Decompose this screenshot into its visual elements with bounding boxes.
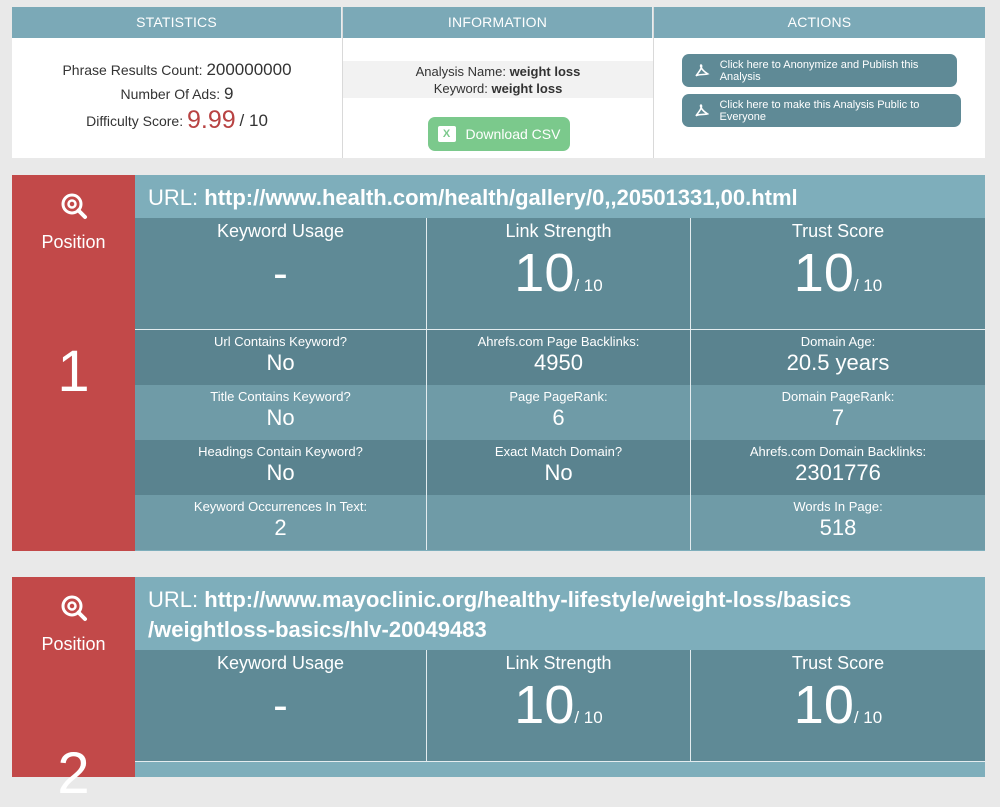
link-strength-cell: Link Strength 10/ 10: [427, 650, 691, 762]
result-url-link-cont[interactable]: /weightloss-basics/hlv-20049483: [148, 617, 487, 642]
make-public-label: Click here to make this Analysis Public …: [719, 98, 920, 123]
metric-cell: Ahrefs.com Page Backlinks: 4950: [427, 330, 691, 385]
metric-cell: Headings Contain Keyword? No: [135, 440, 427, 495]
difficulty-score: Difficulty Score: 9.99 / 10: [86, 106, 268, 134]
actions-header: ACTIONS: [654, 7, 985, 38]
result-url: URL: http://www.health.com/health/galler…: [135, 175, 985, 218]
phrase-results-count: Phrase Results Count: 200000000: [62, 60, 292, 79]
score-row: Keyword Usage - Link Strength 10/ 10 Tru…: [135, 218, 985, 330]
position-number: 1: [57, 339, 90, 404]
keyword-usage-cell: Keyword Usage -: [135, 650, 427, 762]
position-panel: Position 2: [12, 577, 135, 806]
position-number: 2: [57, 741, 90, 806]
ads-value: 9: [224, 84, 234, 103]
keyword-usage-value: -: [273, 249, 288, 298]
metric-cell: Ahrefs.com Domain Backlinks: 2301776: [691, 440, 985, 495]
difficulty-score-value: 9.99: [186, 106, 236, 134]
link-strength-value: 10: [514, 675, 575, 735]
metric-cell: Words In Page: 518: [691, 495, 985, 550]
anonymize-publish-button[interactable]: Click here to Anonymize and Publish this…: [682, 54, 957, 87]
metric-cell: Domain PageRank: 7: [691, 385, 985, 440]
metric-cell: Url Contains Keyword? No: [135, 330, 427, 385]
difficulty-score-of: / 10: [239, 111, 268, 130]
metric-cell: Exact Match Domain? No: [427, 440, 691, 495]
result-url: URL: http://www.mayoclinic.org/healthy-l…: [135, 577, 985, 650]
information-header: INFORMATION: [343, 7, 653, 38]
phrase-results-value: 200000000: [206, 60, 292, 79]
metric-cell: Keyword Occurrences In Text: 2: [135, 495, 427, 550]
result-metrics: Keyword Usage - Link Strength 10/ 10 Tru…: [135, 218, 985, 550]
target-search-icon: [61, 193, 87, 219]
link-strength-value: 10: [514, 243, 575, 303]
target-search-icon: [61, 595, 87, 621]
number-of-ads: Number Of Ads: 9: [120, 84, 234, 103]
anonymize-publish-label: Click here to Anonymize and Publish this…: [719, 58, 919, 83]
position-label: Position: [41, 634, 106, 654]
metric-row: Keyword Occurrences In Text: 2 Words In P…: [135, 495, 985, 550]
result-card: Position 2 URL: http://www.mayoclinic.or…: [12, 577, 985, 806]
metric-cell: Title Contains Keyword? No: [135, 385, 427, 440]
result-url-link[interactable]: http://www.mayoclinic.org/healthy-lifest…: [204, 587, 851, 612]
metric-row: Url Contains Keyword? No Ahrefs.com Page …: [135, 330, 985, 385]
link-strength-cell: Link Strength 10/ 10: [427, 218, 691, 330]
excel-icon: X: [437, 126, 456, 142]
download-csv-button[interactable]: X Download CSV: [428, 117, 570, 151]
result-metrics: Keyword Usage - Link Strength 10/ 10 Tru…: [135, 650, 985, 762]
result-url-link[interactable]: http://www.health.com/health/gallery/0,,…: [204, 185, 797, 210]
metric-cell: Page PageRank: 6: [427, 385, 691, 440]
analysis-summary: STATISTICS Phrase Results Count: 2000000…: [12, 7, 985, 158]
statistics-header: STATISTICS: [12, 7, 342, 38]
trust-score-cell: Trust Score 10/ 10: [691, 218, 985, 330]
keyword-value: weight loss: [491, 81, 563, 96]
statistics-body: Phrase Results Count: 200000000 Number O…: [12, 38, 342, 133]
analysis-name: Analysis Name: weight loss: [415, 64, 581, 79]
download-csv-label: Download CSV: [465, 126, 561, 142]
keyword-usage-cell: Keyword Usage -: [135, 218, 427, 330]
metric-cell: Domain Age: 20.5 years: [691, 330, 985, 385]
pdf-icon: [695, 63, 710, 77]
statistics-column: STATISTICS Phrase Results Count: 2000000…: [12, 7, 343, 158]
trust-score-value: 10: [793, 675, 854, 735]
analysis-info: Analysis Name: weight loss Keyword: weig…: [343, 61, 653, 98]
trust-score-cell: Trust Score 10/ 10: [691, 650, 985, 762]
score-row: Keyword Usage - Link Strength 10/ 10 Tru…: [135, 650, 985, 762]
result-card: Position 1 URL: http://www.health.com/he…: [12, 175, 985, 551]
metric-row: Title Contains Keyword? No Page PageRank:…: [135, 385, 985, 440]
pdf-icon: [695, 103, 710, 117]
actions-column: ACTIONS Click here to Anonymize and Publ…: [654, 7, 985, 158]
metric-cell: [427, 495, 691, 550]
trust-score-value: 10: [793, 243, 854, 303]
analysis-keyword: Keyword: weight loss: [433, 81, 563, 96]
metric-row: Headings Contain Keyword? No Exact Match …: [135, 440, 985, 495]
position-label: Position: [41, 232, 106, 252]
make-public-button[interactable]: Click here to make this Analysis Public …: [682, 94, 961, 127]
position-panel: Position 1: [12, 175, 135, 551]
information-column: INFORMATION Analysis Name: weight loss K…: [343, 7, 654, 158]
keyword-usage-value: -: [273, 681, 288, 730]
analysis-name-value: weight loss: [509, 64, 581, 79]
